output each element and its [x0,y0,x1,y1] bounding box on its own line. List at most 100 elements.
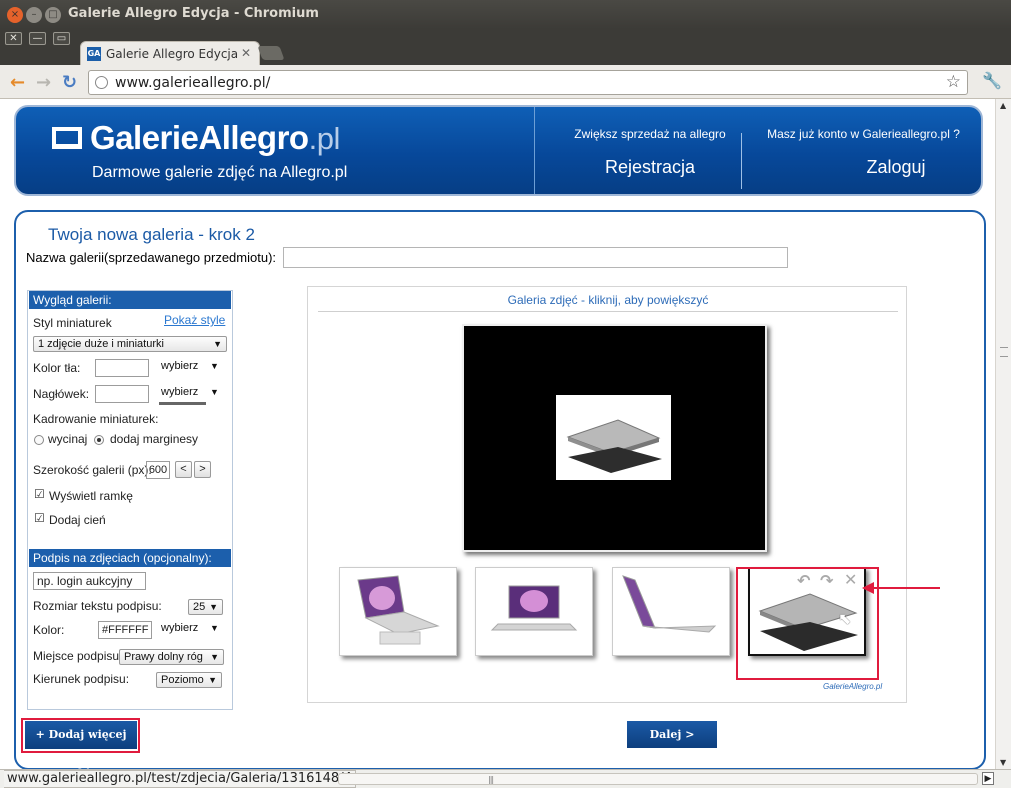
laptop-image [490,585,578,631]
gallery-caption: Galeria zdjęć - kliknij, aby powiększyć [507,293,709,307]
site-logo[interactable]: GalerieAllegro.pl [90,119,340,157]
crop-margin-radio[interactable] [94,435,104,445]
gallery-credit: GalerieAllegro.pl [823,682,883,691]
status-bar: www.galerieallegro.pl/test/zdjecia/Galer… [0,769,1011,788]
tab-close-icon[interactable]: ✕ [241,46,251,60]
caption-color-picker[interactable]: wybierz ▼ [158,620,220,640]
chevron-down-icon: ▼ [210,623,219,633]
laptop-image [357,575,440,645]
caption-color-label: Kolor: [33,623,65,637]
gallery-editor-panel: Twoja nowa galeria - krok 2 Nazwa galeri… [14,210,986,769]
address-url[interactable]: www.galerieallegro.pl/ [115,75,270,91]
show-frame-checkbox[interactable]: ☑ [34,488,45,500]
page-info-icon[interactable] [95,76,108,89]
caption-position-select[interactable]: Prawy dolny róg ▼ [119,649,224,665]
site-header: GalerieAllegro.pl Darmowe galerie zdjęć … [14,105,983,196]
reload-icon[interactable]: ↻ [62,72,77,93]
window-title: Galerie Allegro Edycja - Chromium [68,6,319,21]
thumb-style-label: Styl miniaturek [33,316,112,330]
address-bar[interactable]: www.galerieallegro.pl/ ☆ [88,70,968,95]
picker-label: wybierz [161,386,199,398]
horizontal-scrollbar[interactable]: ||| [338,771,994,787]
horizontal-scroll-thumb[interactable] [338,773,978,785]
next-step-button[interactable]: Dalej > [627,721,717,748]
page-title: Twoja nowa galeria - krok 2 [48,225,255,244]
browser-toolbar: ← → ↻ www.galerieallegro.pl/ ☆ [0,65,1011,99]
new-tab-button[interactable] [257,46,285,60]
logo-suffix: .pl [308,121,341,156]
picker-label: wybierz [161,622,199,634]
scroll-down-icon[interactable]: ▼ [1000,758,1006,767]
chevron-down-icon: ▼ [210,387,219,397]
crop-margin-label: dodaj marginesy [110,432,199,446]
bg-color-picker[interactable]: wybierz ▼ [158,358,220,378]
header-divider-2 [741,133,742,189]
chevron-down-icon: ▼ [209,602,218,612]
thumb-style-value: 1 zdjęcie duże i miniaturki [38,338,164,350]
laptop-image [622,575,717,633]
gallery-name-label: Nazwa galerii(sprzedawanego przedmiotu): [26,250,277,265]
caption-size-select[interactable]: 25 ▼ [188,599,223,615]
browser-tab[interactable]: GA Galerie Allegro Edycja ✕ [80,41,260,65]
highlight-add-more [21,718,140,753]
caption-heading: Podpis na zdjęciach (opcjonalny): [29,549,231,567]
window-close-button[interactable]: × [7,7,23,23]
thumbnail-2[interactable] [475,567,593,656]
back-arrow-icon[interactable]: ← [10,72,25,93]
width-decrease-button[interactable]: < [175,461,192,478]
minimize-icon[interactable]: — [29,32,46,45]
window-titlebar: × – □ Galerie Allegro Edycja - Chromium [0,0,1011,29]
chevron-down-icon: ▼ [213,339,222,349]
close-icon[interactable]: ✕ [5,32,22,45]
window-maximize-button[interactable]: □ [45,7,61,23]
caption-color-input[interactable]: #FFFFFF [98,621,152,639]
caption-direction-select[interactable]: Poziomo ▼ [156,672,222,688]
laptop-image [566,419,662,473]
chevron-down-icon: ▼ [210,652,219,662]
scroll-grip[interactable] [1000,347,1008,357]
width-label: Szerokość galerii (px): [33,463,152,477]
bookmark-star-icon[interactable]: ☆ [946,72,961,92]
caption-text-input[interactable]: np. login aukcyjny [33,572,146,590]
caption-direction-label: Kierunek podpisu: [33,672,130,686]
thumbnail-3[interactable] [612,567,730,656]
restore-icon[interactable]: ▭ [53,32,70,45]
width-input[interactable]: 600 [146,461,170,479]
crop-label: Kadrowanie miniaturek: [33,412,159,426]
add-shadow-label: Dodaj cień [49,513,106,527]
main-photo-image [556,395,671,480]
width-increase-button[interactable]: > [194,461,211,478]
tab-strip: ✕ — ▭ GA Galerie Allegro Edycja ✕ [0,29,1011,65]
tab-title: Galerie Allegro Edycja [106,47,239,61]
wrench-icon[interactable]: 🔧 [982,71,1002,90]
settings-sidebar: Wygląd galerii: Styl miniaturek Pokaż st… [27,290,233,710]
site-tagline: Darmowe galerie zdjęć na Allegro.pl [92,164,348,181]
forward-arrow-icon[interactable]: → [36,72,51,93]
chevron-down-icon: ▼ [208,675,217,685]
show-styles-link[interactable]: Pokaż style [164,313,225,327]
caption-position-value: Prawy dolny róg [124,651,203,663]
login-link[interactable]: Zaloguj [796,157,981,178]
header-color-input[interactable] [95,385,149,403]
main-photo[interactable] [462,324,767,552]
scroll-right-icon[interactable]: ▶ [982,772,994,785]
annotation-arrow-icon [862,582,940,594]
gallery-name-input[interactable] [283,247,788,268]
status-url: www.galerieallegro.pl/test/zdjecia/Galer… [4,770,356,788]
window-minimize-button[interactable]: – [26,7,42,23]
crop-cut-label: wycinaj [48,432,88,446]
logo-main: GalerieAllegro [90,119,309,156]
thumb-style-select[interactable]: 1 zdjęcie duże i miniaturki ▼ [33,336,227,352]
gallery-divider [318,311,898,312]
caption-size-value: 25 [193,601,206,613]
show-frame-label: Wyświetl ramkę [49,489,133,503]
scroll-up-icon[interactable]: ▲ [1000,101,1006,110]
crop-cut-radio[interactable] [34,435,44,445]
bg-color-input[interactable] [95,359,149,377]
register-link[interactable]: Rejestracja [550,157,750,178]
bg-color-label: Kolor tła: [33,361,81,375]
thumbnail-1[interactable] [339,567,457,656]
vertical-scrollbar[interactable]: ▲ ▼ [995,99,1011,769]
add-shadow-checkbox[interactable]: ☑ [34,512,45,524]
header-color-picker[interactable]: wybierz ▼ [158,384,220,405]
